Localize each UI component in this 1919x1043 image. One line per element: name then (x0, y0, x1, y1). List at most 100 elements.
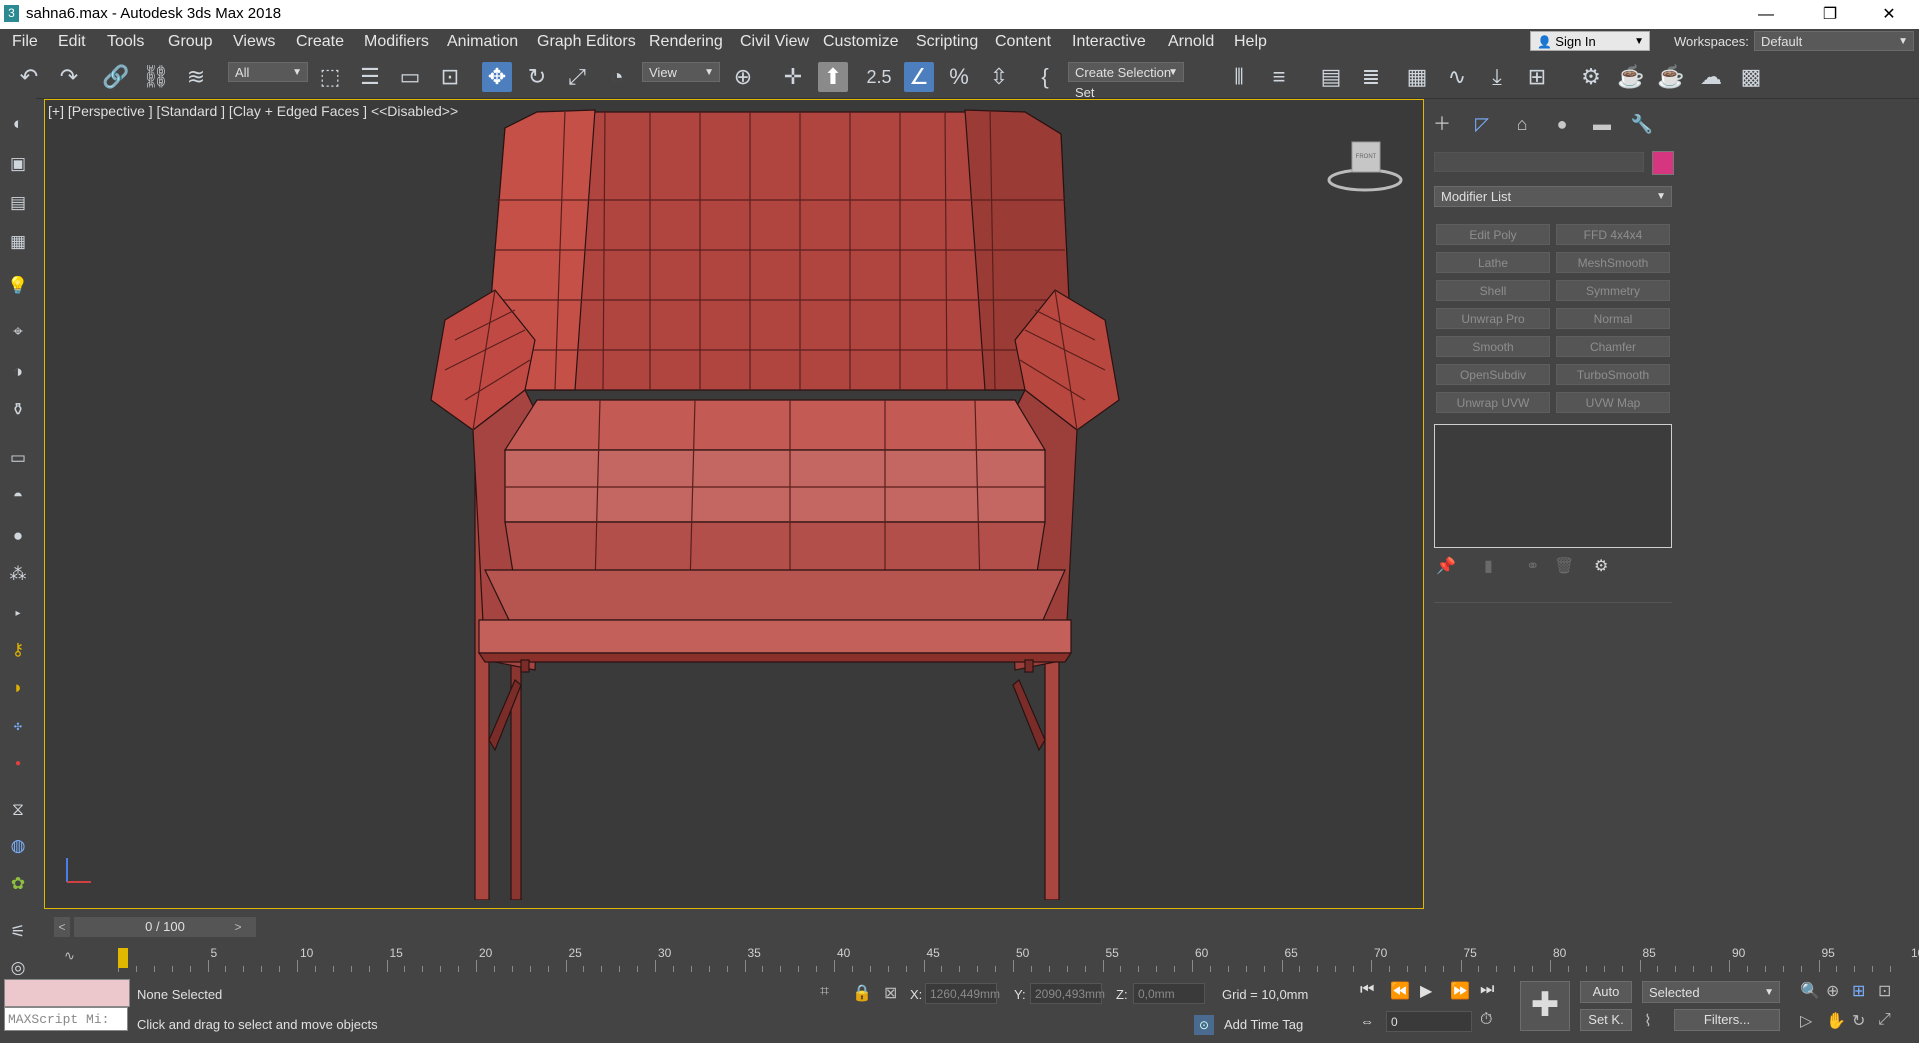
menu-help[interactable]: Help (1234, 33, 1267, 51)
particle-icon[interactable]: ⁂ (6, 562, 30, 586)
modifier-button[interactable]: UVW Map (1556, 392, 1670, 413)
snaps-toggle-icon[interactable]: 2.5 (864, 62, 894, 92)
menu-modifiers[interactable]: Modifiers (364, 33, 429, 51)
modifier-button[interactable]: Edit Poly (1436, 224, 1550, 245)
go-to-end-icon[interactable]: ⏭ (1480, 981, 1494, 999)
menu-interactive[interactable]: Interactive (1072, 33, 1146, 51)
maxscript-listener-top[interactable] (4, 979, 130, 1007)
modifier-button[interactable]: Lathe (1436, 252, 1550, 273)
sphere-icon[interactable]: ● (6, 524, 30, 548)
record-icon[interactable]: ● (6, 752, 30, 776)
modifier-button[interactable]: Symmetry (1556, 280, 1670, 301)
menu-group[interactable]: Group (168, 33, 212, 51)
scene-explorer-icon[interactable]: ▤ (1316, 62, 1346, 92)
light-icon[interactable]: ◗ (6, 676, 30, 700)
bind-space-warp-icon[interactable]: ≋ (181, 62, 211, 92)
select-and-move-icon[interactable]: ✥ (482, 62, 512, 92)
undo-icon[interactable]: ↶ (14, 62, 44, 92)
curve-editor-icon[interactable]: ∿ (1442, 62, 1472, 92)
percent-snap-icon[interactable]: % (944, 62, 974, 92)
menu-file[interactable]: File (12, 33, 38, 51)
reference-coordinate-dropdown[interactable]: View ▼ (642, 62, 720, 82)
object-color-swatch[interactable] (1652, 151, 1674, 175)
render-production-icon[interactable]: ☕ (1656, 62, 1686, 92)
key-icon[interactable]: ⚷ (6, 638, 30, 662)
motion-tab-icon[interactable]: ● (1548, 112, 1576, 136)
grid-panel-icon[interactable]: ▦ (6, 230, 30, 254)
show-end-result-icon[interactable]: ▮ (1484, 556, 1493, 576)
orbit-icon[interactable]: ↻ (1852, 1011, 1865, 1031)
layer-list-icon[interactable]: ▤ (6, 191, 30, 215)
modifier-button[interactable]: Unwrap UVW (1436, 392, 1550, 413)
select-by-name-icon[interactable]: ☰ (355, 62, 385, 92)
layer-explorer-icon[interactable]: ≣ (1356, 62, 1386, 92)
camera-icon[interactable]: ▭ (6, 446, 30, 470)
zoom-all-icon[interactable]: ⊕ (1826, 981, 1839, 1001)
menu-civil-view[interactable]: Civil View (740, 33, 809, 51)
current-frame-field[interactable]: 0 (1386, 1011, 1472, 1032)
pivot-center-icon[interactable]: ⊕ (728, 62, 758, 92)
perspective-viewport[interactable]: [+] [Perspective ] [Standard ] [Clay + E… (44, 99, 1424, 909)
mirror-icon[interactable]: ⫴ (1224, 62, 1254, 92)
modifier-list-dropdown[interactable]: Modifier List ▼ (1434, 186, 1672, 207)
link-icon[interactable]: 🔗 (101, 62, 131, 92)
redo-icon[interactable]: ↷ (54, 62, 84, 92)
remove-modifier-icon[interactable]: 🗑 (1554, 556, 1574, 576)
pan-view-icon[interactable]: ✋ (1826, 1011, 1846, 1031)
curve-editor-mini-icon[interactable]: ∿ (64, 948, 75, 964)
auto-key-button[interactable]: Auto (1580, 981, 1632, 1003)
rectangular-selection-icon[interactable]: ▭ (395, 62, 425, 92)
axis-icon[interactable]: ✣ (6, 716, 30, 740)
next-frame-icon[interactable]: ⏩ (1450, 981, 1470, 1001)
isolate-selection-icon[interactable]: ⌗ (820, 983, 829, 1001)
make-unique-icon[interactable]: ⚭ (1526, 556, 1539, 576)
menu-graph-editors[interactable]: Graph Editors (537, 33, 636, 51)
key-tangent-icon[interactable]: ⌇ (1644, 1011, 1652, 1031)
window-crossing-icon[interactable]: ⊡ (435, 62, 465, 92)
menu-create[interactable]: Create (296, 33, 344, 51)
menu-arnold[interactable]: Arnold (1168, 33, 1214, 51)
menu-animation[interactable]: Animation (447, 33, 518, 51)
modifier-button[interactable]: Unwrap Pro (1436, 308, 1550, 329)
filters-button[interactable]: Filters... (1674, 1009, 1780, 1031)
y-coordinate-field[interactable]: 2090,493mm (1030, 983, 1105, 1004)
utilities-tab-icon[interactable]: 🔧 (1628, 112, 1656, 136)
isolate-icon[interactable]: ⌖ (6, 320, 30, 344)
restore-button[interactable]: ❐ (1807, 0, 1853, 29)
plant-icon[interactable]: ✿ (6, 872, 30, 896)
menu-views[interactable]: Views (233, 33, 275, 51)
object-name-field[interactable] (1434, 152, 1644, 172)
set-key-big-button[interactable]: ✚ (1520, 981, 1570, 1031)
modify-tab-icon[interactable]: ◸ (1468, 112, 1496, 136)
hierarchy-tab-icon[interactable]: ⌂ (1508, 112, 1536, 136)
next-frame-button[interactable]: > (230, 917, 246, 937)
sign-in-dropdown[interactable]: 👤 Sign In ▼ (1530, 31, 1650, 51)
set-key-button[interactable]: Set K. (1580, 1009, 1632, 1031)
hair-icon[interactable]: ⚟ (6, 920, 30, 944)
teapot-icon[interactable]: ⚱ (6, 398, 30, 422)
modifier-button[interactable]: FFD 4x4x4 (1556, 224, 1670, 245)
modifier-stack[interactable] (1434, 424, 1672, 548)
prev-frame-button[interactable]: < (54, 917, 70, 937)
previous-frame-icon[interactable]: ⏪ (1390, 981, 1410, 1001)
maximize-viewport-icon[interactable]: ⤢ (1878, 1011, 1891, 1029)
viewcube[interactable]: FRONT (1325, 136, 1405, 196)
spinner-snap-icon[interactable]: ⇳ (984, 62, 1014, 92)
align-icon[interactable]: ≡ (1264, 62, 1294, 92)
select-and-place-icon[interactable]: ◔ (602, 62, 632, 92)
render-activeshade-icon[interactable]: ☁ (1696, 62, 1726, 92)
angle-snap-icon[interactable]: ∠ (904, 62, 934, 92)
select-and-scale-icon[interactable]: ⤢ (562, 62, 592, 92)
field-of-view-icon[interactable]: ▷ (1800, 1011, 1812, 1031)
modifier-button[interactable]: OpenSubdiv (1436, 364, 1550, 385)
select-object-icon[interactable]: ⬚ (315, 62, 345, 92)
zoom-icon[interactable]: 🔍 (1800, 981, 1820, 1001)
play-icon[interactable]: ▶ (1420, 981, 1432, 1001)
z-coordinate-field[interactable]: 0,0mm (1133, 983, 1205, 1004)
menu-rendering[interactable]: Rendering (649, 33, 723, 51)
armchair-model[interactable] (425, 100, 1125, 900)
add-time-tag[interactable]: Add Time Tag (1224, 1017, 1303, 1032)
selection-filter-dropdown[interactable]: All ▼ (228, 62, 308, 82)
zoom-extents-all-icon[interactable]: ⊡ (1878, 981, 1891, 1001)
viewcube-ring[interactable] (1327, 168, 1403, 192)
